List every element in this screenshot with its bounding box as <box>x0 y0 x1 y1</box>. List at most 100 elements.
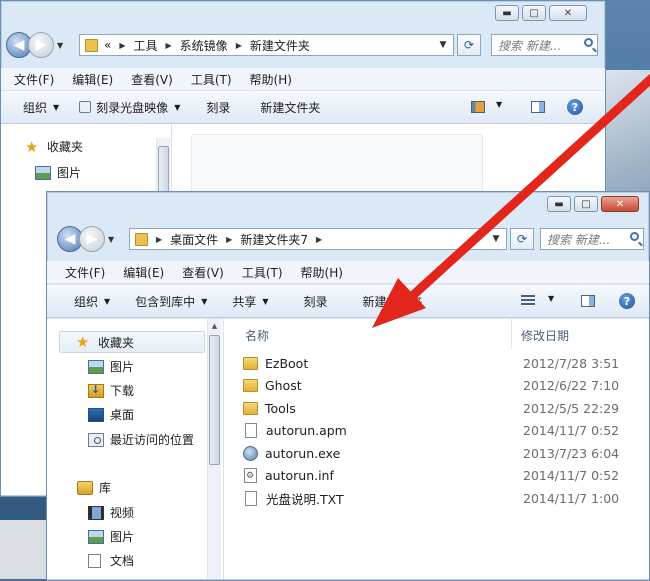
file-row[interactable]: 光盘说明.TXT 2014/11/7 1:00 <box>243 487 649 509</box>
file-row[interactable]: Ghost 2012/6/22 7:10 <box>243 375 649 397</box>
nav-pictures[interactable]: 图片 <box>88 358 134 375</box>
column-header-modified[interactable]: 修改日期 <box>521 327 569 344</box>
file-name-cell[interactable]: autorun.inf <box>243 468 334 483</box>
chevron-down-icon[interactable]: ▼ <box>496 100 502 109</box>
file-row[interactable]: autorun.apm 2014/11/7 0:52 <box>243 420 649 442</box>
nav-library-pictures[interactable]: 图片 <box>88 528 134 545</box>
breadcrumb-item[interactable]: 工具 <box>134 37 158 54</box>
forward-arrow-icon[interactable]: ▶ <box>28 32 54 58</box>
menu-tools[interactable]: 工具(T) <box>242 264 283 281</box>
file-name-cell[interactable]: autorun.apm <box>243 423 347 438</box>
file-row[interactable]: autorun.exe 2013/7/23 6:04 <box>243 442 649 464</box>
recent-pages-dropdown[interactable]: ▼ <box>57 41 63 50</box>
maximize-button[interactable]: □ <box>574 196 598 212</box>
nav-downloads[interactable]: 下载 <box>88 382 134 399</box>
close-button[interactable]: ✕ <box>549 5 587 21</box>
share-button[interactable]: 共享 ▼ <box>232 293 268 310</box>
menu-help[interactable]: 帮助(H) <box>250 71 292 88</box>
file-name[interactable]: Tools <box>265 401 296 416</box>
front-nav-scrollbar[interactable]: ▲ <box>207 319 221 579</box>
refresh-button[interactable]: ⟳ <box>457 34 481 56</box>
include-in-library-button[interactable]: 包含到库中 ▼ <box>135 293 207 310</box>
burn-button[interactable]: 刻录 <box>304 293 328 310</box>
maximize-button[interactable]: □ <box>522 5 546 21</box>
chevron-right-icon[interactable]: ▶ <box>236 41 242 50</box>
close-button[interactable]: ✕ <box>601 196 639 212</box>
file-name-cell[interactable]: 光盘说明.TXT <box>243 489 344 508</box>
file-name[interactable]: EzBoot <box>265 356 308 371</box>
back-address-bar[interactable]: « ▶ 工具 ▶ 系统镜像 ▶ 新建文件夹 ▼ <box>79 34 454 56</box>
organize-button[interactable]: 组织 ▼ <box>23 99 59 116</box>
search-icon[interactable] <box>630 232 639 241</box>
burn-image-button[interactable]: 刻录光盘映像 ▼ <box>79 99 180 116</box>
scrollbar-thumb[interactable] <box>209 335 220 465</box>
breadcrumb-item[interactable]: 桌面文件 <box>170 231 218 248</box>
file-name-cell[interactable]: EzBoot <box>243 356 308 371</box>
help-icon[interactable]: ? <box>619 293 635 309</box>
burn-button[interactable]: 刻录 <box>206 99 230 116</box>
file-row[interactable]: autorun.inf 2014/11/7 0:52 <box>243 465 649 487</box>
menu-help[interactable]: 帮助(H) <box>301 264 343 281</box>
search-icon[interactable] <box>584 38 593 47</box>
help-icon[interactable]: ? <box>567 99 583 115</box>
minimize-button[interactable]: ▬ <box>495 5 519 21</box>
nav-documents[interactable]: 文档 <box>88 552 134 569</box>
new-folder-button[interactable]: 新建文件夹 <box>363 293 423 310</box>
back-search-input[interactable]: 搜索 新建... <box>491 34 598 56</box>
view-options-icon[interactable] <box>471 101 485 113</box>
address-dropdown-icon[interactable]: ▼ <box>486 229 506 249</box>
column-header-name[interactable]: 名称 <box>245 327 269 344</box>
file-name[interactable]: autorun.exe <box>265 446 340 461</box>
front-address-bar[interactable]: ▶ 桌面文件 ▶ 新建文件夹7 ▶ ▼ <box>129 228 507 250</box>
new-folder-button[interactable]: 新建文件夹 <box>260 99 320 116</box>
menu-view[interactable]: 查看(V) <box>131 71 173 88</box>
file-name[interactable]: 光盘说明.TXT <box>266 489 344 508</box>
file-name[interactable]: Ghost <box>265 378 302 393</box>
menu-file[interactable]: 文件(F) <box>65 264 105 281</box>
chevron-down-icon: ▼ <box>174 102 181 112</box>
nav-recent-places[interactable]: 最近访问的位置 <box>88 431 194 448</box>
menu-edit[interactable]: 编辑(E) <box>72 71 113 88</box>
crumb-prefix[interactable]: « <box>104 38 111 52</box>
file-name-cell[interactable]: autorun.exe <box>243 445 340 461</box>
file-row[interactable]: Tools 2012/5/5 22:29 <box>243 397 649 419</box>
chevron-right-icon[interactable]: ▶ <box>156 235 162 244</box>
nav-favorites[interactable]: ★ 收藏夹 <box>59 331 205 353</box>
organize-button[interactable]: 组织 ▼ <box>74 293 110 310</box>
menu-view[interactable]: 查看(V) <box>182 264 224 281</box>
nav-label: 库 <box>99 481 112 495</box>
nav-label: 图片 <box>110 530 135 544</box>
chevron-down-icon[interactable]: ▼ <box>548 294 554 303</box>
minimize-button[interactable]: ▬ <box>547 196 571 212</box>
menu-file[interactable]: 文件(F) <box>14 71 54 88</box>
file-name[interactable]: autorun.inf <box>265 468 334 483</box>
nav-desktop[interactable]: 桌面 <box>88 406 134 423</box>
breadcrumb-item[interactable]: 系统镜像 <box>180 37 228 54</box>
nav-libraries[interactable]: 库 <box>77 479 111 496</box>
nav-pictures[interactable]: 图片 <box>35 164 81 181</box>
preview-pane-icon[interactable] <box>531 101 545 113</box>
view-options-icon[interactable] <box>521 295 535 307</box>
breadcrumb-item[interactable]: 新建文件夹7 <box>240 231 308 248</box>
file-row[interactable]: EzBoot 2012/7/28 3:51 <box>243 352 649 374</box>
chevron-right-icon[interactable]: ▶ <box>119 41 125 50</box>
nav-favorites[interactable]: ★ 收藏夹 <box>25 138 83 155</box>
refresh-button[interactable]: ⟳ <box>510 228 534 250</box>
file-name-cell[interactable]: Tools <box>243 401 296 416</box>
menu-tools[interactable]: 工具(T) <box>191 71 232 88</box>
chevron-right-icon[interactable]: ▶ <box>226 235 232 244</box>
address-dropdown-icon[interactable]: ▼ <box>433 35 453 55</box>
recent-pages-dropdown[interactable]: ▼ <box>108 235 114 244</box>
new-folder-label: 新建文件夹 <box>362 294 423 309</box>
chevron-right-icon[interactable]: ▶ <box>316 235 322 244</box>
file-name[interactable]: autorun.apm <box>266 423 347 438</box>
preview-pane-icon[interactable] <box>581 295 595 307</box>
forward-arrow-icon[interactable]: ▶ <box>79 226 105 252</box>
menu-edit[interactable]: 编辑(E) <box>123 264 164 281</box>
chevron-right-icon[interactable]: ▶ <box>166 41 172 50</box>
file-name-cell[interactable]: Ghost <box>243 378 302 393</box>
nav-videos[interactable]: 视频 <box>88 504 134 521</box>
scroll-up-icon[interactable]: ▲ <box>208 319 221 332</box>
breadcrumb-item[interactable]: 新建文件夹 <box>250 37 310 54</box>
front-search-input[interactable]: 搜索 新建... <box>540 228 644 250</box>
